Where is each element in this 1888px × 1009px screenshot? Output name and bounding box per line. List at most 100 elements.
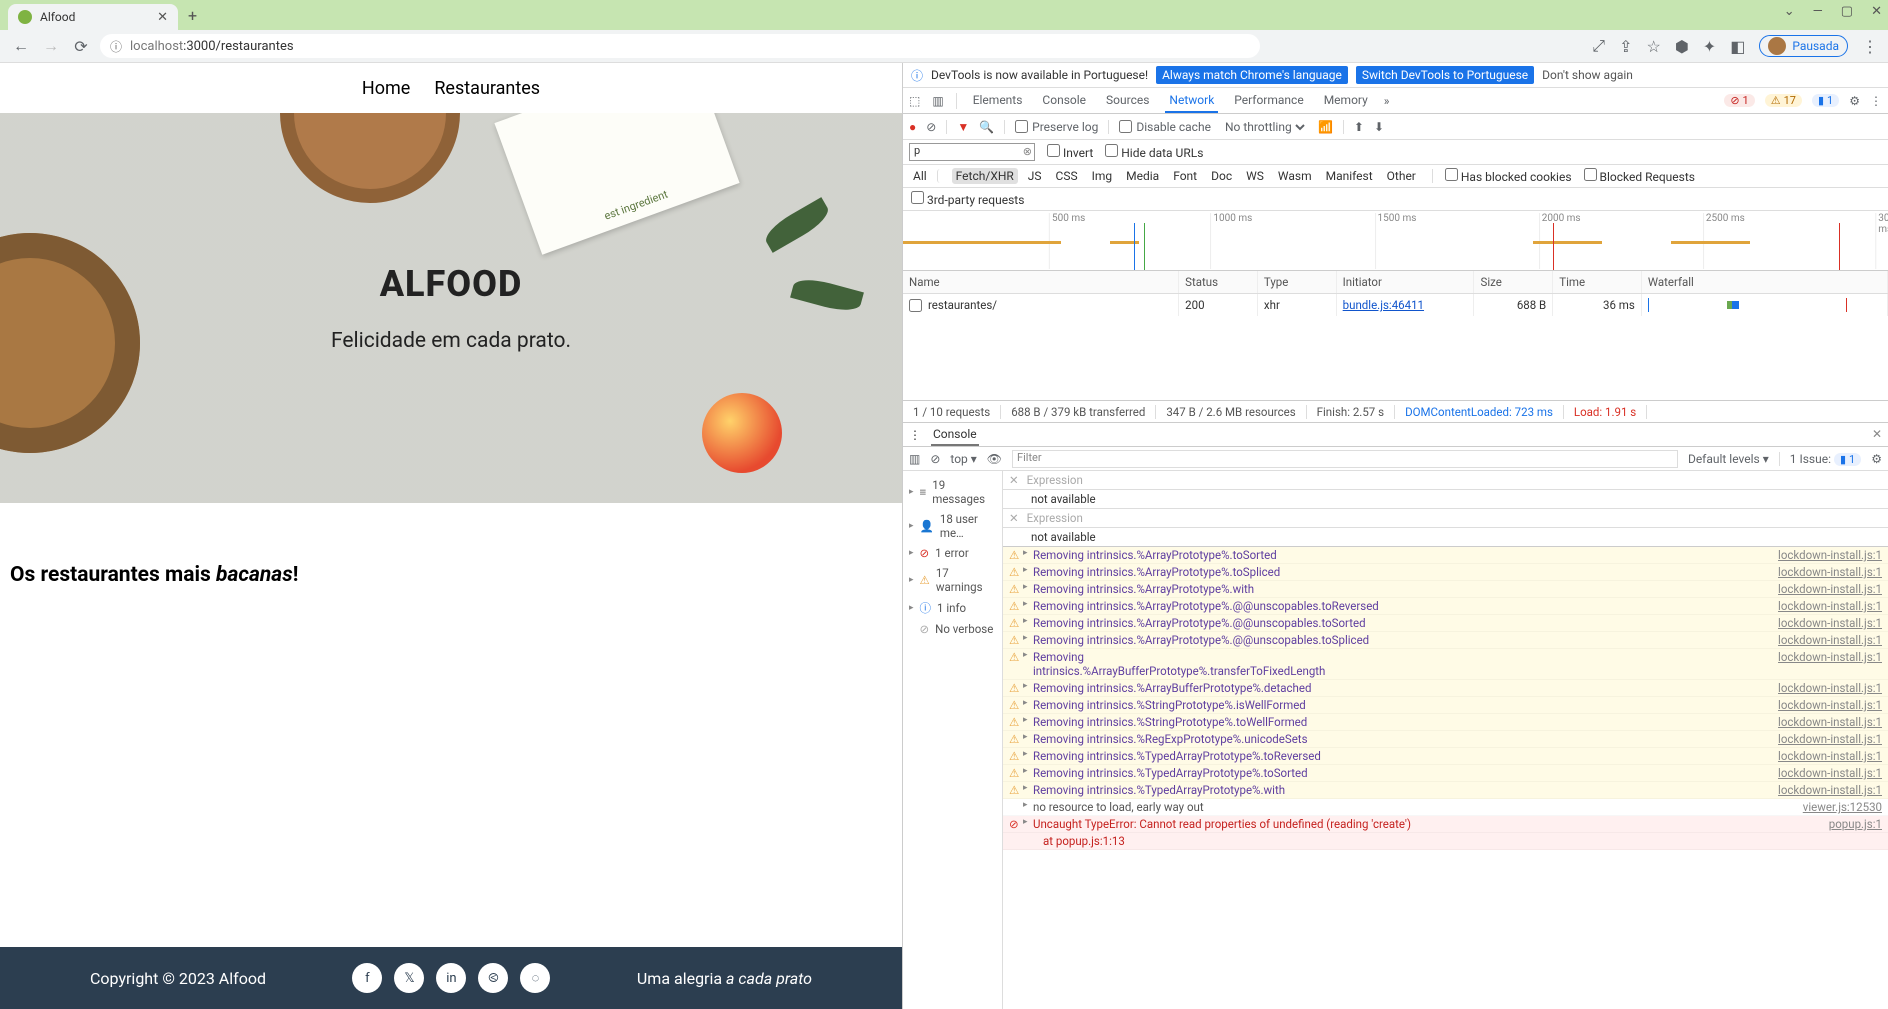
console-category[interactable]: ▸17 warnings	[907, 563, 998, 597]
type-filter-ws[interactable]: WS	[1242, 168, 1268, 184]
clear-filter-icon[interactable]: ⊗	[1023, 145, 1032, 158]
issues-badge[interactable]: 1	[1812, 94, 1839, 107]
linkedin-icon[interactable]: in	[436, 963, 466, 993]
extension-icon-2[interactable]: ◧	[1730, 37, 1745, 56]
net-header-time[interactable]: Time	[1553, 271, 1642, 294]
preserve-log-toggle[interactable]: Preserve log	[1015, 120, 1098, 134]
infobar-match-lang-button[interactable]: Always match Chrome's language	[1156, 66, 1348, 84]
extensions-icon[interactable]: ✦	[1703, 37, 1716, 56]
maximize-icon[interactable]: ▢	[1841, 4, 1853, 19]
remove-watch-icon[interactable]: ✕	[1009, 511, 1019, 525]
console-err-row[interactable]: ⊘▸Uncaught TypeError: Cannot read proper…	[1003, 816, 1888, 833]
minimize-icon[interactable]: —	[1813, 4, 1823, 19]
kebab-menu-icon[interactable]: ⋮	[1862, 37, 1878, 56]
clear-icon[interactable]: ⊘	[926, 120, 936, 134]
live-expression-icon[interactable]: 👁	[987, 452, 1002, 466]
blocked-cookies-toggle[interactable]: Has blocked cookies	[1445, 168, 1572, 184]
console-filter-input[interactable]: Filter	[1012, 450, 1678, 468]
console-warn-row[interactable]: ⚠▸Removing intrinsics.%ArrayBufferProtot…	[1003, 680, 1888, 697]
console-warn-row[interactable]: ⚠▸Removing intrinsics.%TypedArrayPrototy…	[1003, 765, 1888, 782]
request-initiator[interactable]: bundle.js:46411	[1343, 298, 1424, 312]
type-filter-doc[interactable]: Doc	[1207, 168, 1236, 184]
console-warn-row[interactable]: ⚠▸Removing intrinsics.%ArrayBufferProtot…	[1003, 649, 1888, 680]
new-tab-button[interactable]: +	[188, 6, 197, 25]
throttling-select[interactable]: No throttling	[1221, 119, 1308, 135]
reload-button[interactable]: ⟳	[70, 37, 92, 56]
type-filter-media[interactable]: Media	[1122, 168, 1163, 184]
log-source-link[interactable]: lockdown-install.js:1	[1778, 548, 1882, 562]
network-request-row[interactable]: restaurantes/200xhrbundle.js:46411688 B3…	[903, 294, 1888, 317]
facebook-icon[interactable]: f	[352, 963, 382, 993]
caret-down-icon[interactable]: ⌄	[1784, 4, 1795, 19]
errors-badge[interactable]: 1	[1724, 94, 1754, 107]
settings-icon[interactable]: ⚙	[1849, 94, 1860, 108]
browser-tab[interactable]: Alfood ✕	[8, 4, 178, 30]
console-warn-row[interactable]: ⚠▸Removing intrinsics.%ArrayPrototype%.@…	[1003, 615, 1888, 632]
console-warn-row[interactable]: ⚠▸Removing intrinsics.%RegExpPrototype%.…	[1003, 731, 1888, 748]
console-category[interactable]: ▸18 user me…	[907, 509, 998, 543]
net-header-status[interactable]: Status	[1179, 271, 1258, 294]
console-warn-row[interactable]: ⚠▸Removing intrinsics.%ArrayPrototype%.t…	[1003, 547, 1888, 564]
devtools-tab-elements[interactable]: Elements	[969, 89, 1027, 113]
device-toolbar-icon[interactable]: ▥	[932, 94, 943, 108]
console-category[interactable]: ▸19 messages	[907, 475, 998, 509]
live-expression-row[interactable]: ✕ Expression	[1003, 509, 1888, 528]
more-tabs-icon[interactable]: »	[1384, 94, 1390, 108]
devtools-tab-memory[interactable]: Memory	[1320, 89, 1372, 113]
devtools-tab-console[interactable]: Console	[1038, 89, 1090, 113]
console-warn-row[interactable]: ⚠▸Removing intrinsics.%TypedArrayPrototy…	[1003, 748, 1888, 765]
console-info-row[interactable]: ▸no resource to load, early way outviewe…	[1003, 799, 1888, 816]
devtools-tab-performance[interactable]: Performance	[1230, 89, 1307, 113]
devtools-tab-network[interactable]: Network	[1165, 89, 1218, 113]
net-header-name[interactable]: Name	[903, 271, 1179, 294]
console-warn-row[interactable]: ⚠▸Removing intrinsics.%StringPrototype%.…	[1003, 714, 1888, 731]
console-warn-row[interactable]: ⚠▸Removing intrinsics.%ArrayPrototype%.w…	[1003, 581, 1888, 598]
drawer-close-icon[interactable]: ✕	[1872, 427, 1882, 441]
dribbble-icon[interactable]: ◌	[520, 963, 550, 993]
live-expression-row[interactable]: ✕ Expression	[1003, 471, 1888, 490]
bookmark-icon[interactable]: ☆	[1646, 37, 1660, 56]
console-category[interactable]: ▸1 error	[907, 543, 998, 563]
forward-button[interactable]: →	[40, 36, 62, 56]
third-party-toggle[interactable]: 3rd-party requests	[911, 191, 1024, 207]
console-warn-row[interactable]: ⚠▸Removing intrinsics.%StringPrototype%.…	[1003, 697, 1888, 714]
log-source-link[interactable]: lockdown-install.js:1	[1778, 582, 1882, 596]
console-category[interactable]: ▸1 info	[907, 597, 998, 619]
type-filter-wasm[interactable]: Wasm	[1274, 168, 1316, 184]
log-source-link[interactable]: lockdown-install.js:1	[1778, 616, 1882, 630]
type-filter-all[interactable]: All	[909, 168, 931, 184]
context-select[interactable]: top ▾	[950, 452, 976, 466]
network-conditions-icon[interactable]: 📶	[1318, 120, 1333, 134]
console-log[interactable]: ⚠▸Removing intrinsics.%ArrayPrototype%.t…	[1003, 547, 1888, 1009]
console-settings-icon[interactable]: ⚙	[1871, 452, 1882, 466]
type-filter-manifest[interactable]: Manifest	[1322, 168, 1377, 184]
log-source-link[interactable]: lockdown-install.js:1	[1778, 732, 1882, 746]
type-filter-fetch-xhr[interactable]: Fetch/XHR	[952, 168, 1018, 184]
network-timeline[interactable]: 500 ms1000 ms1500 ms2000 ms2500 ms3000 m…	[903, 211, 1888, 271]
log-source-link[interactable]: lockdown-install.js:1	[1778, 599, 1882, 613]
log-source-link[interactable]: lockdown-install.js:1	[1778, 565, 1882, 579]
type-filter-img[interactable]: Img	[1088, 168, 1117, 184]
net-header-type[interactable]: Type	[1257, 271, 1336, 294]
close-tab-icon[interactable]: ✕	[157, 10, 168, 25]
devtools-tab-sources[interactable]: Sources	[1102, 89, 1153, 113]
url-input[interactable]: ⓘ localhost:3000/restaurantes	[100, 34, 1260, 58]
console-category[interactable]: ▸No verbose	[907, 619, 998, 639]
search-icon[interactable]: 🔍	[979, 120, 994, 134]
profile-chip[interactable]: Pausada	[1759, 35, 1848, 57]
kebab-icon[interactable]: ⋮	[1870, 94, 1882, 108]
net-header-waterfall[interactable]: Waterfall	[1641, 271, 1887, 294]
invert-toggle[interactable]: Invert	[1047, 144, 1093, 160]
disable-cache-toggle[interactable]: Disable cache	[1119, 120, 1211, 134]
log-source-link[interactable]: lockdown-install.js:1	[1778, 633, 1882, 647]
log-source-link[interactable]: lockdown-install.js:1	[1778, 783, 1882, 797]
extension-icon-1[interactable]: ⬢	[1675, 37, 1689, 56]
inspect-element-icon[interactable]: ⬚	[909, 94, 920, 108]
console-warn-row[interactable]: ⚠▸Removing intrinsics.%TypedArrayPrototy…	[1003, 782, 1888, 799]
log-source-link[interactable]: lockdown-install.js:1	[1778, 698, 1882, 712]
net-header-initiator[interactable]: Initiator	[1336, 271, 1474, 294]
row-checkbox[interactable]	[909, 299, 922, 312]
nav-restaurantes[interactable]: Restaurantes	[434, 78, 540, 99]
install-app-icon[interactable]: ⤢	[1592, 36, 1605, 56]
infobar-switch-lang-button[interactable]: Switch DevTools to Portuguese	[1356, 66, 1534, 84]
